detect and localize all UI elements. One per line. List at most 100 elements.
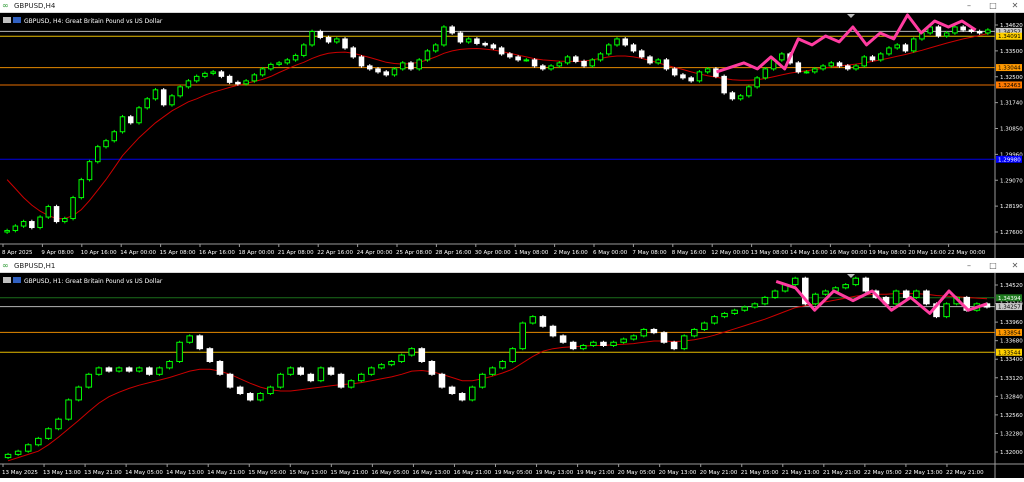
candle-body [259,68,266,76]
candle-body [509,348,516,362]
candle-body [85,373,93,388]
minimize-icon[interactable]: – [962,260,976,272]
time-tick-label: 1 May 08:00 [514,250,549,256]
price-level-tag: 1.34091 [996,32,1022,40]
candle [605,43,612,56]
candle [78,177,85,200]
candle [206,347,214,364]
candle [95,366,103,376]
candle [317,366,325,383]
maximize-icon[interactable]: □ [986,260,1000,272]
candle [457,31,464,44]
candle-body [119,116,126,133]
candle-body [75,386,82,401]
candle-body [268,63,274,70]
chart-canvas[interactable]: GBPUSD, H4: Great Britain Pound vs US Do… [0,13,1024,258]
candle-body [235,81,241,85]
candle [468,385,476,402]
time-tick-label: 16 May 13:00 [412,470,450,476]
candle-body [95,367,103,375]
candle-body [284,59,291,64]
price-chart-svg[interactable]: GBPUSD, H1: Great Britain Pound vs US Do… [0,273,1024,478]
candle [509,347,516,364]
price-level-tag: 1.33544 [996,348,1022,356]
candle-body [754,77,760,88]
candle-body [196,335,204,350]
symbol-info-label: GBPUSD, H1: Great Britain Pound vs US Do… [24,278,163,285]
candle-body [729,92,736,100]
candle-body [523,59,530,62]
price-tick-label: 1.32000 [1000,450,1023,456]
candle [177,85,183,98]
candle [347,379,355,389]
candle-body [416,59,422,70]
candle-body [136,107,142,124]
candle-body [482,42,488,46]
candle-body [399,62,406,70]
candle-body [24,444,32,452]
candle-body [691,328,698,337]
chart-window-h1[interactable]: ∞ GBPUSD,H1 – □ ✕ GBPUSD, H1: Great Brit… [0,260,1024,478]
candle [86,159,93,182]
price-chart-svg[interactable]: GBPUSD, H4: Great Britain Pound vs US Do… [0,13,1024,258]
candle-body [556,62,563,67]
price-level-tag-label: 1.33544 [998,350,1021,356]
candle-body [388,360,395,366]
candle-body [301,44,307,56]
price-level-tag-label: 1.34257 [998,305,1021,311]
candle-body [597,53,604,61]
time-tick-label: 21 May 05:00 [741,470,779,476]
candle [432,43,439,53]
time-tick-label: 22 May 13:00 [905,470,943,476]
price-tick-label: 1.33120 [1000,376,1023,382]
minimize-icon[interactable]: – [962,0,976,12]
candle [458,392,466,402]
candle-body [862,277,870,292]
candle [559,334,567,344]
price-tick-label: 1.32500 [1000,75,1023,81]
candle [156,366,163,376]
candle-body [820,65,826,70]
candle-body [853,65,859,70]
candle-body [886,47,892,55]
candle [85,372,93,389]
candle-body [226,75,233,83]
candle-body [127,116,134,124]
chart-window-h4[interactable]: ∞ GBPUSD,H4 – □ ✕ GBPUSD, H4: Great Brit… [0,0,1024,258]
candle-body [206,348,214,362]
window-titlebar[interactable]: ∞ GBPUSD,H4 – □ ✕ [0,0,1024,13]
candle [952,25,958,35]
candle-body [828,62,835,67]
candle-body [317,30,324,38]
candle-body [910,38,917,52]
candle-body [507,53,513,58]
symbol-info-label: GBPUSD, H4: Great Britain Pound vs US Do… [24,18,163,25]
window-title: GBPUSD,H4 [14,2,56,10]
maximize-icon[interactable]: □ [986,0,1000,12]
candle-body [337,373,345,388]
candle-body [103,140,109,148]
candle [53,204,60,224]
candle-body [53,206,60,223]
candle [428,359,436,376]
candle-body [943,32,950,37]
chart-canvas[interactable]: GBPUSD, H1: Great Britain Pound vs US Do… [0,273,1024,478]
candle-body [638,50,645,58]
time-tick-label: 19 May 13:00 [536,470,574,476]
candle-body [347,380,355,388]
candle-body [277,373,284,388]
close-icon[interactable]: ✕ [1008,260,1022,272]
candle [408,347,415,357]
candle [640,327,648,338]
candle [448,385,456,396]
window-titlebar[interactable]: ∞ GBPUSD,H1 – □ ✕ [0,260,1024,273]
time-tick-label: 24 Apr 00:00 [357,250,393,256]
candle [399,61,406,71]
price-tick-label: 1.33960 [1000,320,1023,326]
candle [696,70,703,83]
close-icon[interactable]: ✕ [1008,0,1022,12]
candle [236,385,244,396]
candle [589,58,596,68]
candle [226,74,233,85]
candle-body [368,367,375,375]
